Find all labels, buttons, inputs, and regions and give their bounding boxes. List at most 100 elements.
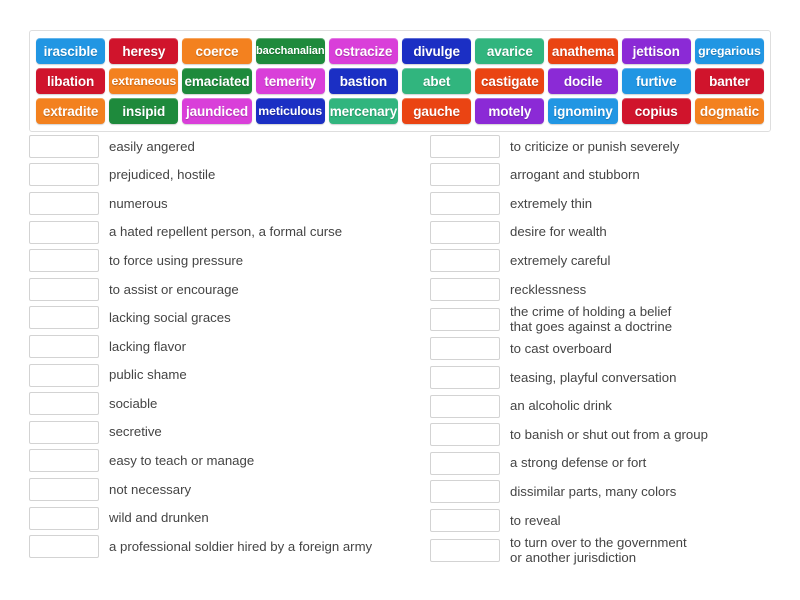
definition-row: an alcoholic drink: [430, 392, 794, 421]
word-tile-meticulous[interactable]: meticulous: [255, 98, 325, 124]
definition-row: public shame: [29, 361, 394, 390]
word-tile-motely[interactable]: motely: [475, 98, 545, 124]
definition-row: the crime of holding a belief that goes …: [430, 304, 794, 335]
definition-text: extremely thin: [510, 195, 593, 211]
word-tile-anathema[interactable]: anathema: [548, 38, 618, 64]
definition-text: extremely careful: [510, 252, 611, 268]
definition-text: easy to teach or manage: [109, 453, 255, 469]
definition-text: desire for wealth: [510, 224, 607, 240]
word-tile-mercenary[interactable]: mercenary: [328, 98, 399, 124]
answer-drop-box[interactable]: [430, 365, 500, 389]
definition-row: dissimilar parts, many colors: [430, 478, 794, 507]
answer-drop-box[interactable]: [29, 277, 99, 301]
word-tile-bacchanalian[interactable]: bacchanalian: [255, 38, 325, 64]
word-tile-bastion[interactable]: bastion: [328, 68, 399, 94]
answer-drop-box[interactable]: [29, 477, 99, 501]
definition-row: to criticize or punish severely: [430, 132, 794, 161]
answer-drop-box[interactable]: [430, 134, 500, 158]
word-tile-docile[interactable]: docile: [548, 68, 618, 94]
word-bank: irascible heresy coerce bacchanalian ostraci…: [29, 30, 771, 132]
answer-drop-box[interactable]: [29, 392, 99, 416]
word-tile-banter[interactable]: banter: [694, 68, 765, 94]
word-tile-copius[interactable]: copius: [621, 98, 691, 124]
answer-drop-box[interactable]: [430, 423, 500, 447]
word-tile-gauche[interactable]: gauche: [402, 98, 472, 124]
definition-text: numerous: [109, 195, 168, 211]
word-tile-ostracize[interactable]: ostracize: [328, 38, 399, 64]
word-tile-temerity[interactable]: temerity: [255, 68, 325, 94]
definition-row: desire for wealth: [430, 218, 794, 247]
answer-drop-box[interactable]: [29, 449, 99, 473]
definition-text: to cast overboard: [510, 341, 612, 357]
answer-drop-box[interactable]: [430, 508, 500, 532]
word-tile-jaundiced[interactable]: jaundiced: [182, 98, 252, 124]
definition-row: easy to teach or manage: [29, 447, 394, 476]
definition-row: lacking social graces: [29, 304, 394, 333]
answer-drop-box[interactable]: [29, 306, 99, 330]
answer-drop-box[interactable]: [430, 480, 500, 504]
definition-row: prejudiced, hostile: [29, 161, 394, 190]
definition-row: wild and drunken: [29, 504, 394, 533]
definition-text: sociable: [109, 395, 158, 411]
word-bank-row-1: irascible heresy coerce bacchanalian ostraci…: [36, 38, 765, 64]
answer-drop-box[interactable]: [29, 334, 99, 358]
definition-row: to turn over to the government or anothe…: [430, 535, 794, 566]
definition-text: lacking flavor: [109, 338, 186, 354]
answer-drop-box[interactable]: [29, 249, 99, 273]
answer-drop-box[interactable]: [430, 277, 500, 301]
answer-drop-box[interactable]: [430, 394, 500, 418]
word-tile-coerce[interactable]: coerce: [182, 38, 252, 64]
definition-row: to cast overboard: [430, 335, 794, 364]
answer-drop-box[interactable]: [29, 535, 99, 559]
answer-drop-box[interactable]: [29, 134, 99, 158]
word-tile-irascible[interactable]: irascible: [36, 38, 106, 64]
word-tile-extraneous[interactable]: extraneous: [109, 68, 179, 94]
word-tile-dogmatic[interactable]: dogmatic: [694, 98, 765, 124]
answer-drop-box[interactable]: [430, 191, 500, 215]
word-tile-gregarious[interactable]: gregarious: [694, 38, 765, 64]
definition-row: extremely careful: [430, 246, 794, 275]
answer-drop-box[interactable]: [29, 506, 99, 530]
word-tile-jettison[interactable]: jettison: [621, 38, 691, 64]
definition-row: numerous: [29, 189, 394, 218]
definition-text: arrogant and stubborn: [510, 167, 640, 183]
definition-row: not necessary: [29, 475, 394, 504]
word-tile-emaciated[interactable]: emaciated: [182, 68, 252, 94]
definition-row: recklessness: [430, 275, 794, 304]
definition-column-right: to criticize or punish severely arrogant …: [400, 132, 800, 566]
word-bank-row-2: libation extraneous emaciated temerity basti…: [36, 68, 765, 94]
answer-drop-box[interactable]: [29, 220, 99, 244]
definition-text: a professional soldier hired by a foreig…: [109, 538, 373, 554]
word-tile-divulge[interactable]: divulge: [402, 38, 472, 64]
word-tile-heresy[interactable]: heresy: [109, 38, 179, 64]
word-bank-row-3: extradite insipid jaundiced meticulous merce…: [36, 98, 765, 124]
word-tile-castigate[interactable]: castigate: [475, 68, 545, 94]
answer-drop-box[interactable]: [29, 420, 99, 444]
answer-drop-box[interactable]: [29, 163, 99, 187]
definition-row: lacking flavor: [29, 332, 394, 361]
answer-drop-box[interactable]: [430, 163, 500, 187]
definition-row: to force using pressure: [29, 246, 394, 275]
definition-text: to assist or encourage: [109, 281, 239, 297]
answer-drop-box[interactable]: [430, 307, 500, 331]
word-tile-furtive[interactable]: furtive: [621, 68, 691, 94]
definition-row: a strong defense or fort: [430, 449, 794, 478]
word-tile-abet[interactable]: abet: [402, 68, 472, 94]
word-tile-ignominy[interactable]: ignominy: [548, 98, 618, 124]
word-tile-libation[interactable]: libation: [36, 68, 106, 94]
answer-drop-box[interactable]: [430, 220, 500, 244]
definition-text: to criticize or punish severely: [510, 138, 680, 154]
answer-drop-box[interactable]: [430, 538, 500, 562]
answer-drop-box[interactable]: [430, 451, 500, 475]
definition-text: easily angered: [109, 138, 195, 154]
definition-column-left: easily angered prejudiced, hostile numerou…: [0, 132, 400, 566]
answer-drop-box[interactable]: [430, 337, 500, 361]
answer-drop-box[interactable]: [29, 191, 99, 215]
definition-row: sociable: [29, 389, 394, 418]
word-tile-extradite[interactable]: extradite: [36, 98, 106, 124]
answer-drop-box[interactable]: [29, 363, 99, 387]
answer-drop-box[interactable]: [430, 249, 500, 273]
definition-text: to banish or shut out from a group: [510, 426, 708, 442]
word-tile-avarice[interactable]: avarice: [475, 38, 545, 64]
word-tile-insipid[interactable]: insipid: [109, 98, 179, 124]
